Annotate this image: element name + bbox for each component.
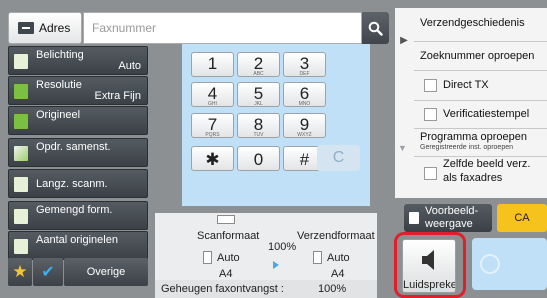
star-icon: ★ xyxy=(12,262,28,281)
scan-size-value: Auto xyxy=(217,252,240,264)
speaker-label: Luidspreker xyxy=(403,279,455,291)
same-image-label-2: als faxadres xyxy=(443,172,503,184)
speaker-icon xyxy=(422,250,434,270)
slow-scan-label: Langz. scanm. xyxy=(36,178,108,190)
checkmark-icon: ✔ xyxy=(41,264,55,281)
key-5[interactable]: 5 JKL xyxy=(237,82,280,107)
original-orientation-icon xyxy=(217,215,235,224)
preview-button[interactable]: Voorbeeld-weergave xyxy=(404,204,492,232)
exposure-setting[interactable]: Belichting Auto xyxy=(8,46,148,75)
clear-key[interactable]: C xyxy=(317,145,360,171)
direct-tx-label: Direct TX xyxy=(443,79,489,91)
preview-icon xyxy=(409,212,419,224)
original-label: Origineel xyxy=(36,109,81,121)
memory-label: Geheugen faxontvangst : xyxy=(161,283,284,295)
original-count-label: Aantal originelen xyxy=(36,234,118,246)
divider xyxy=(414,128,547,129)
original-count-icon xyxy=(14,239,28,254)
same-image-label-1: Zelfde beeld verz. xyxy=(443,158,531,170)
preview-label-1: Voorbeeld- xyxy=(425,205,479,217)
fax-number-placeholder: Faxnummer xyxy=(92,21,157,35)
exposure-label: Belichting xyxy=(36,49,84,61)
start-button[interactable] xyxy=(472,238,547,290)
mixed-size-setting[interactable]: Gemengd form. xyxy=(8,201,148,230)
check-settings-button[interactable]: ✔ xyxy=(33,258,63,286)
resolution-value: Extra Fijn xyxy=(94,90,141,102)
start-icon xyxy=(480,254,500,274)
address-book-icon xyxy=(18,22,34,34)
others-button[interactable]: Overige xyxy=(64,258,148,286)
others-label: Overige xyxy=(86,266,126,278)
search-number-item[interactable]: Zoeknummer oproepen xyxy=(420,50,534,62)
mixed-size-icon xyxy=(14,209,28,224)
original-icon xyxy=(14,114,28,129)
divider xyxy=(414,100,547,101)
key-9[interactable]: 9 WXYZ xyxy=(283,113,326,138)
key-0[interactable]: 0 xyxy=(237,146,280,171)
direct-tx-checkbox[interactable] xyxy=(424,79,437,92)
key-3[interactable]: 3 DEF xyxy=(283,52,326,77)
send-history-item[interactable]: Verzendgeschiedenis xyxy=(420,17,525,29)
send-size-label: Verzendformaat xyxy=(297,230,375,242)
exposure-value: Auto xyxy=(118,60,141,72)
arrow-right-icon xyxy=(273,261,279,269)
key-2[interactable]: 2 ABC xyxy=(237,52,280,77)
ratio-value: 100% xyxy=(268,241,297,253)
memory-value: 100% xyxy=(318,283,347,295)
mixed-size-label: Gemengd form. xyxy=(36,204,113,216)
original-setting[interactable]: Origineel xyxy=(8,106,148,135)
divider xyxy=(414,41,547,42)
resolution-icon xyxy=(14,84,28,99)
send-size-value: Auto xyxy=(327,252,350,264)
job-build-icon xyxy=(14,146,28,161)
key-1[interactable]: 1 xyxy=(191,52,234,77)
call-program-item[interactable]: Programma oproepen xyxy=(420,131,527,143)
send-paper-size: A4 xyxy=(331,268,345,280)
scan-page-icon xyxy=(203,251,212,264)
clear-all-label: CA xyxy=(514,212,530,224)
original-count-setting[interactable]: Aantal originelen xyxy=(8,231,148,260)
slow-scan-setting[interactable]: Langz. scanm. xyxy=(8,169,148,198)
same-image-checkbox[interactable] xyxy=(424,167,437,180)
play-icon: ▶ xyxy=(400,34,408,46)
clear-all-button[interactable]: CA xyxy=(497,204,547,232)
exposure-icon xyxy=(14,54,28,69)
job-build-setting[interactable]: Opdr. samenst. xyxy=(8,138,148,167)
send-page-icon xyxy=(313,251,322,264)
preview-label-2: weergave xyxy=(425,218,473,230)
call-program-sub: Geregistreerde inst. oproepen xyxy=(420,144,513,151)
key-7[interactable]: 7 PQRS xyxy=(191,113,234,138)
slow-scan-icon xyxy=(14,177,28,192)
search-icon xyxy=(368,21,383,36)
key-8[interactable]: 8 TUV xyxy=(237,113,280,138)
address-button[interactable]: Adres xyxy=(8,12,82,44)
fax-number-input[interactable]: Faxnummer xyxy=(83,12,362,44)
divider xyxy=(414,70,547,71)
job-build-label: Opdr. samenst. xyxy=(36,141,111,153)
divider xyxy=(414,156,547,157)
scan-paper-size: A4 xyxy=(219,268,233,280)
scroll-down-icon[interactable]: ▼ xyxy=(398,143,407,153)
favorites-button[interactable]: ★ xyxy=(8,258,32,286)
scan-size-label: Scanformaat xyxy=(197,230,260,242)
address-label: Adres xyxy=(39,21,71,35)
key-4[interactable]: 4 GHI xyxy=(191,82,234,107)
resolution-label: Resolutie xyxy=(36,79,82,91)
key-asterisk[interactable]: ✱ xyxy=(191,146,234,171)
verification-stamp-checkbox[interactable] xyxy=(424,108,437,121)
resolution-setting[interactable]: Resolutie Extra Fijn xyxy=(8,76,148,105)
key-6[interactable]: 6 MNO xyxy=(283,82,326,107)
search-button[interactable] xyxy=(362,12,389,44)
speaker-button[interactable]: Luidspreker xyxy=(402,239,456,293)
panel-toggle-button[interactable]: ▶ xyxy=(397,33,411,47)
verification-stamp-label: Verificatiestempel xyxy=(443,108,530,120)
